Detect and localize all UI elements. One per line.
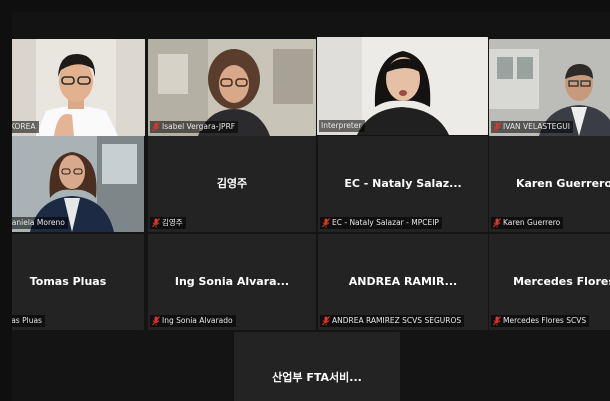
participant-label: EC - Nataly Salazar - MPCEIP	[320, 217, 442, 229]
participant-tile-ivan-velastegui[interactable]: IVAN VELASTEGUI	[489, 39, 610, 136]
muted-mic-icon	[152, 122, 160, 132]
participant-name: Tomas Pluas	[29, 274, 107, 288]
participant-label: 김영주	[150, 217, 186, 229]
participant-tile-mercedes-flores[interactable]: Mercedes Flores Mercedes Flores SCVS	[489, 234, 610, 330]
participant-name: ANDREA RAMIR...	[348, 274, 458, 288]
participant-name: Ing Sonia Alvara...	[174, 274, 290, 288]
muted-mic-icon	[152, 316, 160, 326]
participant-name: 산업부 FTA서비...	[272, 371, 362, 385]
participant-name: Mercedes Flores	[513, 274, 610, 288]
participant-tile-motie-fta[interactable]: 산업부 FTA서비...	[234, 332, 400, 401]
participant-label: IVAN VELASTEGUI	[491, 121, 573, 133]
participant-tile-isabel-vergara[interactable]: Isabel Vergara-JPRF	[148, 39, 316, 136]
muted-mic-icon	[493, 218, 501, 228]
video-gallery: KOREA Isabel Vergara-JPRF Interpreter IV…	[12, 12, 610, 401]
participant-tile-andrea-ramirez[interactable]: ANDREA RAMIR... ANDREA RAMIREZ SCVS SEGU…	[318, 234, 488, 330]
participant-tile-interpreter[interactable]: Interpreter	[317, 37, 488, 135]
muted-mic-icon	[322, 316, 330, 326]
participant-label: Isabel Vergara-JPRF	[150, 121, 239, 133]
participant-tile-sonia-alvarado[interactable]: Ing Sonia Alvara... Ing Sonia Alvarado	[148, 234, 316, 330]
participant-label: Tomas Pluas	[12, 315, 45, 327]
participant-tile-daniela-moreno[interactable]: Daniela Moreno	[12, 136, 144, 232]
muted-mic-icon	[152, 218, 160, 228]
participant-tile-korea[interactable]: KOREA	[12, 39, 145, 136]
muted-mic-icon	[493, 316, 501, 326]
muted-mic-icon	[322, 218, 330, 228]
participant-name: EC - Nataly Salaz...	[344, 176, 462, 190]
participant-label: ANDREA RAMIREZ SCVS SEGUROS	[320, 315, 465, 327]
participant-tile-kim-youngjoo[interactable]: 김영주 김영주	[148, 136, 316, 232]
participant-label: Daniela Moreno	[12, 217, 68, 229]
participant-label: Interpreter	[319, 120, 365, 132]
participant-label: Ing Sonia Alvarado	[150, 315, 236, 327]
participant-tile-nataly-salazar[interactable]: EC - Nataly Salaz... EC - Nataly Salazar…	[318, 136, 488, 232]
participant-label: KOREA	[12, 121, 39, 133]
participant-label: Karen Guerrero	[491, 217, 564, 229]
participant-tile-karen-guerrero[interactable]: Karen Guerrero Karen Guerrero	[489, 136, 610, 232]
participant-tile-tomas-pluas[interactable]: Tomas Pluas Tomas Pluas	[12, 234, 144, 330]
top-bar	[12, 12, 610, 39]
participant-name: 김영주	[216, 177, 248, 191]
participant-name: Karen Guerrero	[515, 176, 610, 190]
muted-mic-icon	[493, 122, 501, 132]
participant-label: Mercedes Flores SCVS	[491, 315, 590, 327]
